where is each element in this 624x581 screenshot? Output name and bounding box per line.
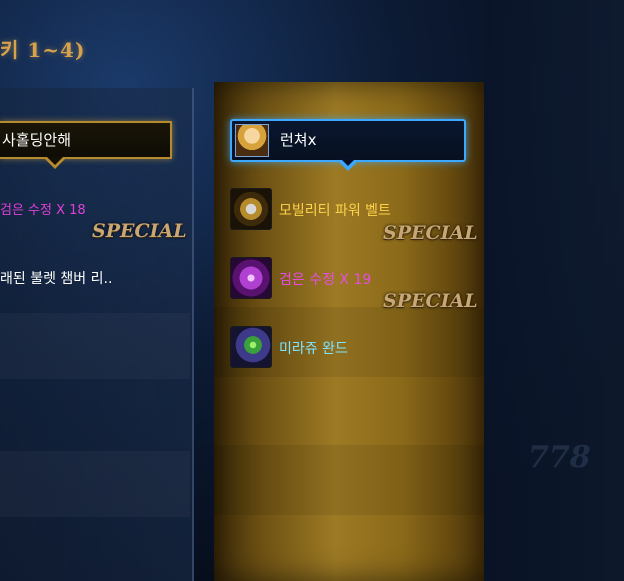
right-pointer-arrow: [337, 158, 359, 171]
left-item-bullet-chamber: 래된 불렛 챔버 리..: [0, 271, 113, 287]
left-player-name: 사홀딩안해: [2, 131, 72, 149]
left-reward-column: [0, 88, 194, 581]
item-name: 모빌리티 파워 벨트: [279, 203, 391, 219]
left-pointer-arrow: [45, 157, 65, 169]
item-name: 검은 수정 X 19: [279, 272, 372, 288]
right-player-name: 런쳐x: [280, 131, 317, 149]
crystal-icon[interactable]: [230, 257, 272, 299]
player-portrait-icon: [235, 124, 269, 157]
left-player-name-box[interactable]: 사홀딩안해: [0, 121, 172, 159]
belt-icon[interactable]: [230, 188, 272, 230]
special-badge: SPECIAL: [383, 222, 478, 244]
wand-icon[interactable]: [230, 326, 272, 368]
background-decoration: 778: [528, 440, 591, 475]
background-right: [484, 0, 624, 581]
item-name: 미라쥬 완드: [279, 341, 348, 357]
row-band: [0, 451, 190, 517]
special-badge: SPECIAL: [92, 220, 187, 242]
left-item-crystal: 검은 수정 X 18: [0, 203, 86, 218]
row-band: [214, 445, 484, 515]
right-player-name-box[interactable]: 런쳐x: [230, 119, 466, 162]
special-badge: SPECIAL: [383, 290, 478, 312]
row-band: [0, 313, 190, 379]
page-title: 키 1~4): [0, 38, 86, 62]
